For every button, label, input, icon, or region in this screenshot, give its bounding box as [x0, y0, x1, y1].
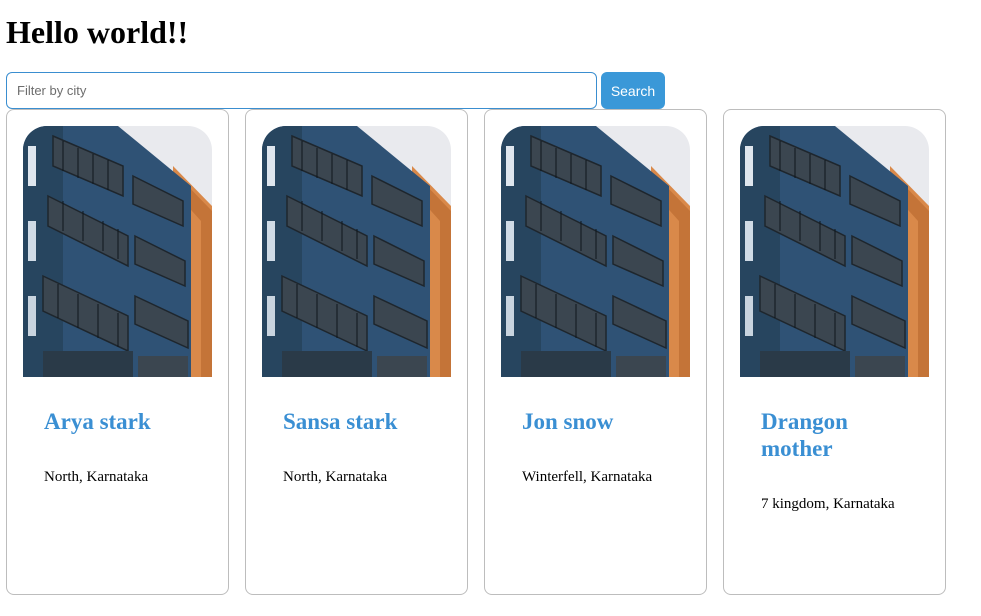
- building-photo: [501, 126, 690, 377]
- card-name: Jon snow: [522, 409, 614, 434]
- card-location: Winterfell, Karnataka: [522, 469, 653, 485]
- profile-card[interactable]: Arya stark North, Karnataka: [6, 109, 229, 595]
- card-location: 7 kingdom, Karnataka: [761, 496, 895, 512]
- card-location: North, Karnataka: [283, 469, 388, 485]
- profile-card[interactable]: Jon snow Winterfell, Karnataka: [484, 109, 707, 595]
- building-photo: [23, 126, 212, 377]
- profile-card[interactable]: Drangon mother 7 kingdom, Karnataka: [723, 109, 946, 595]
- profile-card[interactable]: Sansa stark North, Karnataka: [245, 109, 468, 595]
- page-title: Hello world!!: [6, 14, 189, 50]
- building-photo: [262, 126, 451, 377]
- card-name: Arya stark: [44, 409, 151, 434]
- card-name: Sansa stark: [283, 409, 398, 434]
- card-location: North, Karnataka: [44, 469, 149, 485]
- card-name: Drangon mother: [761, 409, 848, 461]
- building-photo: [740, 126, 929, 377]
- search-button[interactable]: Search: [601, 72, 665, 109]
- page: Hello world!! Search Arya stark North, K…: [0, 0, 981, 616]
- city-filter-input[interactable]: [6, 72, 597, 109]
